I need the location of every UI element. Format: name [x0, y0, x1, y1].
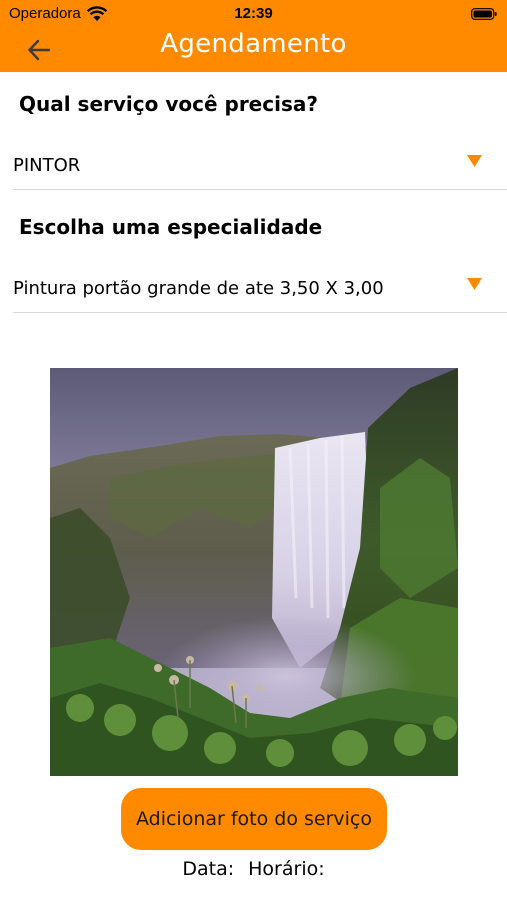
- clock: 12:39: [234, 5, 273, 22]
- status-bar: Operadora 12:39: [0, 0, 507, 28]
- navigation-bar: Agendamento: [0, 28, 507, 72]
- schedule-row: Data: Horário:: [0, 858, 507, 880]
- dropdown-triangle-icon: [467, 278, 482, 290]
- battery-icon: [471, 8, 497, 20]
- add-photo-button[interactable]: Adicionar foto do serviço: [121, 788, 387, 850]
- time-label[interactable]: Horário:: [248, 858, 324, 880]
- service-photo: [50, 368, 458, 776]
- service-picker[interactable]: PINTOR: [13, 139, 507, 190]
- date-label[interactable]: Data:: [182, 858, 234, 880]
- service-picker-value: PINTOR: [13, 155, 81, 176]
- specialty-label: Escolha uma especialidade: [19, 215, 323, 239]
- specialty-picker[interactable]: Pintura portão grande de ate 3,50 X 3,00: [13, 262, 507, 313]
- service-label: Qual serviço você precisa?: [19, 92, 318, 116]
- page-title: Agendamento: [160, 29, 347, 59]
- dropdown-triangle-icon: [467, 155, 482, 167]
- specialty-picker-value: Pintura portão grande de ate 3,50 X 3,00: [13, 278, 384, 299]
